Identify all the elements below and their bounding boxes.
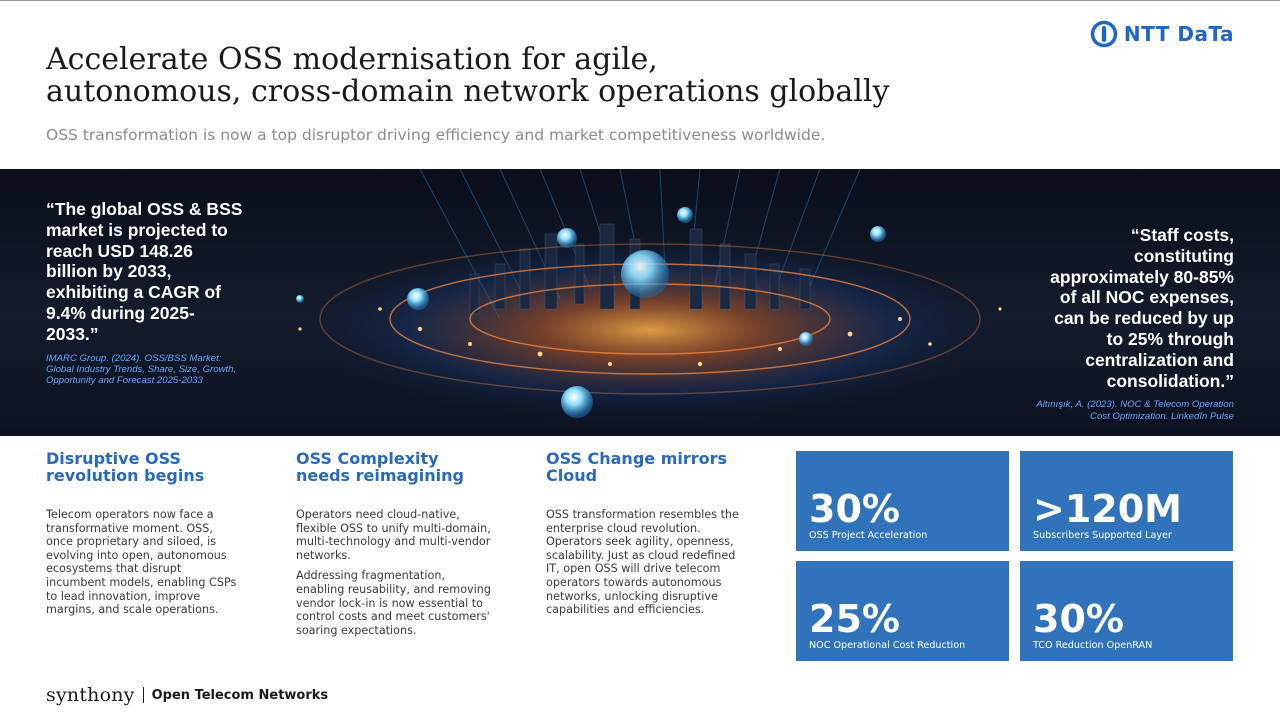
hero-banner: “The global OSS & BSS market is projecte… [0, 169, 1280, 436]
column-paragraph: Operators need cloud-native, flexible OS… [296, 508, 491, 562]
stat-value: 25% [809, 597, 900, 641]
page-title: Accelerate OSS modernisation for agile, … [46, 44, 946, 108]
market-quote-text: “The global OSS & BSS market is projecte… [46, 199, 243, 344]
noc-cost-quote-source: Altınışık, A. (2023). NOC & Telecom Oper… [1036, 399, 1234, 422]
ntt-logo-icon [1090, 20, 1118, 48]
noc-cost-quote-text: “Staff costs, constituting approximately… [1050, 225, 1234, 391]
footer-tagline: Open Telecom Networks [151, 687, 329, 703]
stat-tile-project-acceleration: 30% OSS Project Acceleration [796, 451, 1009, 551]
stat-tile-tco-openran: 30% TCO Reduction OpenRAN [1020, 561, 1233, 661]
stat-label: TCO Reduction OpenRAN [1033, 640, 1153, 651]
column-disruptive-oss: Disruptive OSS revolution begins Telecom… [46, 450, 241, 617]
noc-cost-quote: “Staff costs, constituting approximately… [1034, 225, 1234, 422]
stat-tile-noc-cost: 25% NOC Operational Cost Reduction [796, 561, 1009, 661]
column-oss-complexity: OSS Complexity needs reimagining Operato… [296, 450, 492, 637]
column-body: Operators need cloud-native, flexible OS… [296, 508, 492, 637]
ntt-data-logo: NTT DaTa [1090, 20, 1234, 48]
stat-value: 30% [809, 487, 900, 531]
column-title: OSS Change mirrors Cloud [546, 449, 728, 485]
stat-label: OSS Project Acceleration [809, 530, 928, 541]
column-title: OSS Complexity needs reimagining [296, 449, 464, 485]
column-paragraph: OSS transformation resembles the enterpr… [546, 508, 739, 617]
synthony-logo: synthony [46, 684, 135, 706]
stat-value: >120M [1033, 487, 1182, 531]
title-line-2: autonomous, cross-domain network operati… [46, 74, 890, 109]
stat-label: Subscribers Supported Layer [1033, 530, 1172, 541]
footer: synthony Open Telecom Networks [46, 684, 328, 706]
column-paragraph: Telecom operators now face a transformat… [46, 508, 237, 617]
stat-tile-subscribers: >120M Subscribers Supported Layer [1020, 451, 1233, 551]
stat-value: 30% [1033, 597, 1124, 641]
market-quote: “The global OSS & BSS market is projecte… [46, 199, 246, 386]
column-oss-change-cloud: OSS Change mirrors Cloud OSS transformat… [546, 450, 742, 617]
title-line-1: Accelerate OSS modernisation for agile, [46, 42, 658, 77]
logo-text: NTT DaTa [1123, 22, 1234, 46]
column-paragraph: Addressing fragmentation, enabling reusa… [296, 569, 491, 637]
top-rule [0, 0, 1280, 1]
column-title: Disruptive OSS revolution begins [46, 449, 205, 485]
footer-divider [142, 687, 144, 703]
page-subtitle: OSS transformation is now a top disrupto… [46, 126, 826, 144]
stat-label: NOC Operational Cost Reduction [809, 640, 966, 651]
column-body: OSS transformation resembles the enterpr… [546, 508, 742, 617]
market-quote-source: IMARC Group. (2024). OSS/BSS Market: Glo… [46, 352, 237, 386]
column-body: Telecom operators now face a transformat… [46, 508, 241, 617]
